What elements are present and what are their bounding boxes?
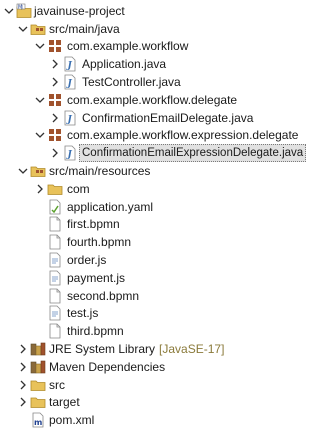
- source-folder-icon: [30, 21, 46, 37]
- library-icon: [30, 359, 46, 375]
- tree-item-label: payment.js: [67, 270, 126, 285]
- tree-item-file[interactable]: second.bpmn: [0, 287, 320, 305]
- tree-item-label: JRE System Library: [49, 341, 156, 356]
- tree-item-java-file-selected[interactable]: J ConfirmationEmailExpressionDelegate.ja…: [0, 144, 320, 163]
- chevron-right-icon[interactable]: [35, 183, 45, 195]
- tree-item-label: ConfirmationEmailDelegate.java: [82, 110, 254, 125]
- js-file-icon: [47, 252, 63, 268]
- file-icon: [47, 323, 63, 339]
- chevron-down-icon[interactable]: [35, 129, 45, 141]
- tree-item-label: ConfirmationEmailExpressionDelegate.java: [79, 144, 307, 163]
- tree-item-label: second.bpmn: [67, 288, 140, 303]
- java-file-icon: J: [62, 110, 78, 126]
- tree-item-label: pom.xml: [49, 413, 95, 428]
- folder-icon: [47, 181, 63, 197]
- tree-item-file[interactable]: first.bpmn: [0, 216, 320, 234]
- tree-item-label: com.example.workflow.expression.delegate: [67, 128, 299, 143]
- tree-item-folder[interactable]: target: [0, 394, 320, 412]
- chevron-down-icon[interactable]: [18, 165, 28, 177]
- source-folder-icon: [30, 163, 46, 179]
- chevron-right-icon[interactable]: [50, 112, 60, 124]
- tree-item-file[interactable]: third.bpmn: [0, 322, 320, 340]
- tree-item-label: com.example.workflow: [67, 39, 189, 54]
- tree-item-label: com: [67, 181, 90, 196]
- java-file-icon: J: [62, 56, 78, 72]
- tree-item-folder[interactable]: src: [0, 376, 320, 394]
- tree-item-library[interactable]: Maven Dependencies: [0, 358, 320, 376]
- chevron-right-icon[interactable]: [18, 343, 28, 355]
- tree-item-label: application.yaml: [67, 199, 154, 214]
- svg-text:J: J: [21, 4, 23, 9]
- chevron-right-icon[interactable]: [50, 147, 60, 159]
- tree-item-label: src/main/java: [49, 21, 120, 36]
- file-icon: [47, 234, 63, 250]
- svg-text:J: J: [66, 61, 73, 71]
- tree-item-java-file[interactable]: J TestController.java: [0, 73, 320, 91]
- tree-item-label: TestController.java: [82, 74, 181, 89]
- js-file-icon: [47, 305, 63, 321]
- tree-item-label: test.js: [67, 306, 99, 321]
- tree-item-label: src/main/resources: [49, 163, 151, 178]
- file-icon: [47, 288, 63, 304]
- tree-item-file[interactable]: test.js: [0, 305, 320, 323]
- tree-item-label: javainuse-project: [34, 3, 125, 18]
- svg-text:J: J: [66, 115, 73, 125]
- tree-item-label: fourth.bpmn: [67, 235, 132, 250]
- maven-pom-icon: m: [30, 412, 46, 428]
- java-project-icon: M J: [16, 3, 32, 19]
- js-file-icon: [47, 270, 63, 286]
- package-icon: [47, 92, 63, 108]
- file-icon: [47, 216, 63, 232]
- tree-item-label: third.bpmn: [67, 324, 124, 339]
- chevron-down-icon[interactable]: [18, 23, 28, 35]
- tree-item-label: order.js: [67, 252, 107, 267]
- tree-item-label: first.bpmn: [67, 217, 120, 232]
- project-explorer-tree: M J javainuse-project src/main/java com.…: [0, 0, 320, 440]
- folder-icon: [30, 394, 46, 410]
- tree-item-library[interactable]: JRE System Library [JavaSE-17]: [0, 340, 320, 358]
- tree-item-file[interactable]: application.yaml: [0, 198, 320, 216]
- tree-item-label: target: [49, 395, 80, 410]
- tree-item-file[interactable]: order.js: [0, 251, 320, 269]
- tree-item-label: Maven Dependencies: [49, 359, 166, 374]
- tree-item-java-file[interactable]: J Application.java: [0, 55, 320, 73]
- chevron-down-icon[interactable]: [35, 94, 45, 106]
- tree-item-label: Application.java: [82, 57, 167, 72]
- tree-item-project[interactable]: M J javainuse-project: [0, 2, 320, 20]
- tree-item-folder[interactable]: com: [0, 180, 320, 198]
- chevron-down-icon[interactable]: [4, 5, 14, 17]
- package-icon: [47, 127, 63, 143]
- chevron-right-icon[interactable]: [50, 76, 60, 88]
- chevron-right-icon[interactable]: [18, 379, 28, 391]
- library-icon: [30, 341, 46, 357]
- chevron-right-icon[interactable]: [18, 361, 28, 373]
- chevron-right-icon[interactable]: [18, 396, 28, 408]
- tree-item-label: src: [49, 377, 65, 392]
- package-icon: [47, 38, 63, 54]
- java-file-icon: J: [62, 74, 78, 90]
- chevron-right-icon[interactable]: [50, 58, 60, 70]
- tree-item-label: com.example.workflow.delegate: [67, 92, 238, 107]
- svg-text:J: J: [66, 150, 73, 160]
- java-file-icon: J: [62, 145, 78, 161]
- tree-item-package[interactable]: com.example.workflow.delegate: [0, 91, 320, 109]
- tree-item-decoration: [JavaSE-17]: [159, 341, 225, 356]
- tree-item-package[interactable]: com.example.workflow: [0, 38, 320, 56]
- folder-icon: [30, 377, 46, 393]
- tree-item-file[interactable]: fourth.bpmn: [0, 233, 320, 251]
- yaml-file-icon: [47, 199, 63, 215]
- tree-item-file[interactable]: m pom.xml: [0, 411, 320, 429]
- chevron-down-icon[interactable]: [35, 40, 45, 52]
- tree-item-source-folder[interactable]: src/main/java: [0, 20, 320, 38]
- svg-text:m: m: [34, 418, 42, 427]
- tree-item-file[interactable]: payment.js: [0, 269, 320, 287]
- tree-item-java-file[interactable]: J ConfirmationEmailDelegate.java: [0, 109, 320, 127]
- tree-item-source-folder[interactable]: src/main/resources: [0, 162, 320, 180]
- svg-text:J: J: [66, 79, 73, 89]
- tree-item-package[interactable]: com.example.workflow.expression.delegate: [0, 127, 320, 145]
